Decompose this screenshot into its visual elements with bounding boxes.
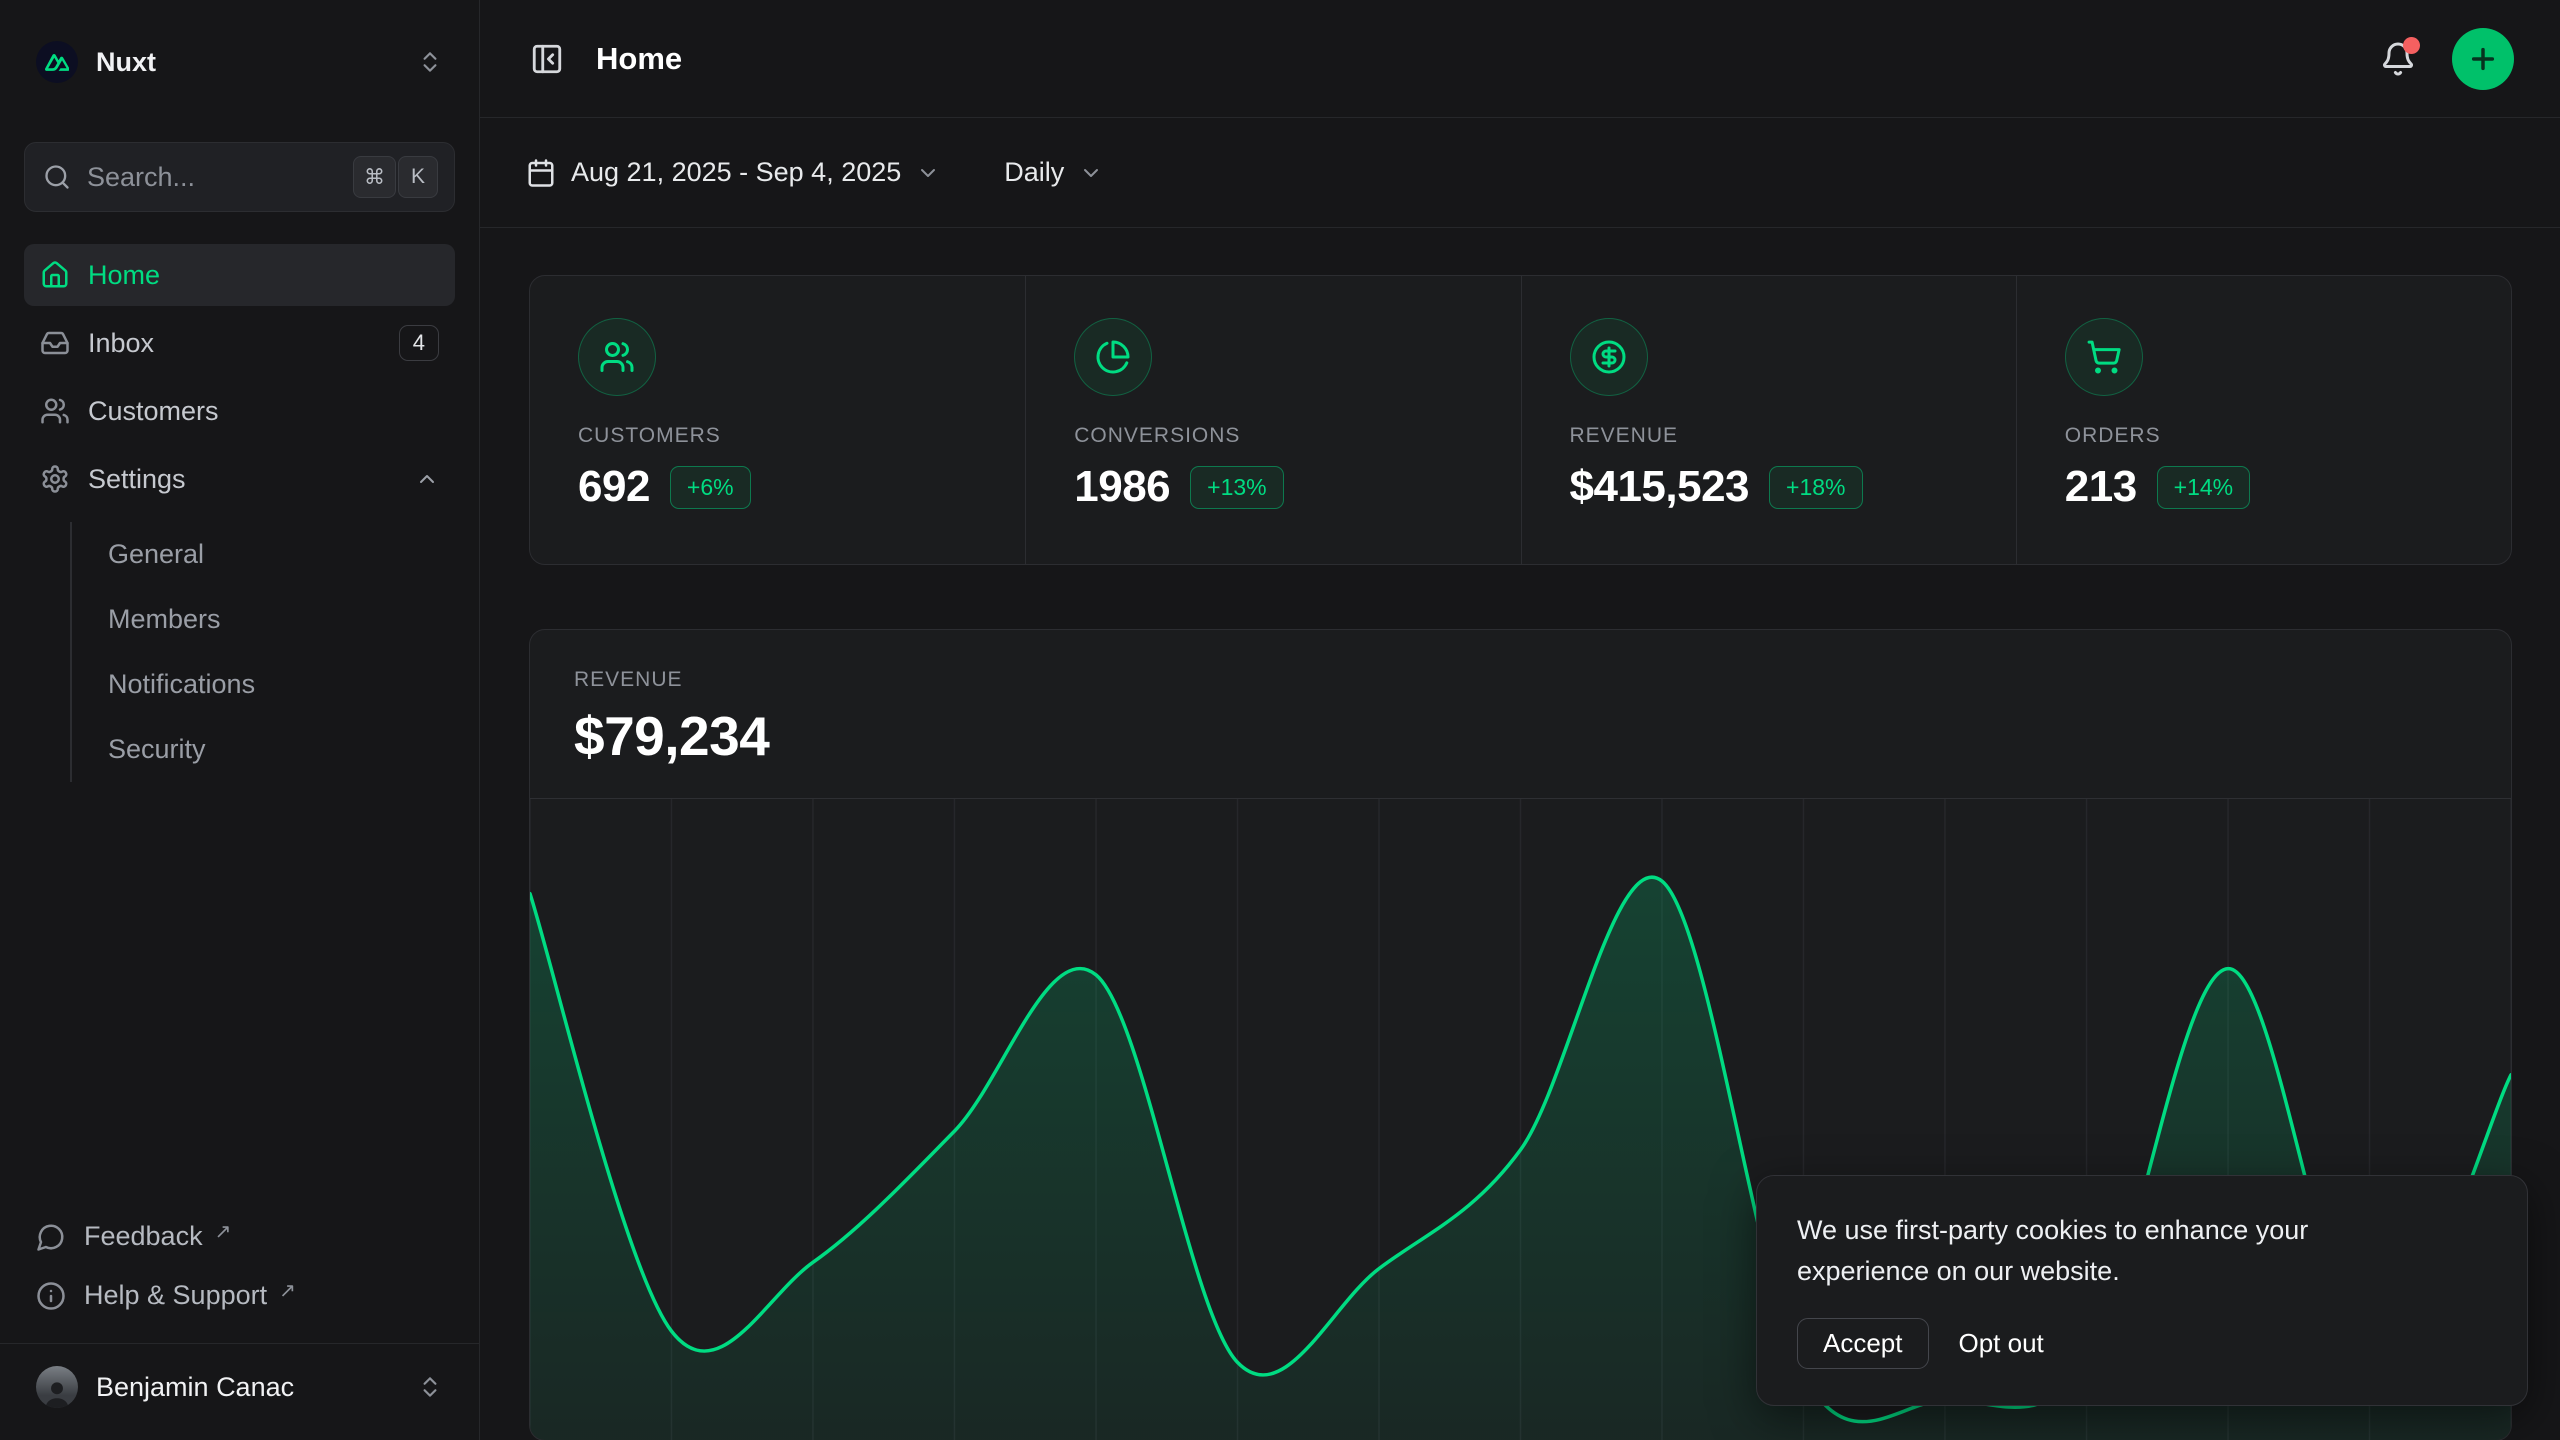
accept-cookies-button[interactable]: Accept	[1797, 1318, 1929, 1369]
chevron-up-icon	[415, 467, 439, 491]
revenue-value: $79,234	[574, 704, 2467, 768]
page-header: Home	[480, 0, 2560, 118]
filters-toolbar: Aug 21, 2025 - Sep 4, 2025 Daily	[480, 118, 2560, 228]
stat-customers[interactable]: CUSTOMERS 692 +6%	[530, 276, 1025, 564]
stat-value: $415,523	[1570, 462, 1750, 512]
stat-delta-badge: +13%	[1190, 466, 1283, 509]
search-shortcut: ⌘ K	[353, 156, 438, 198]
stat-value: 692	[578, 462, 650, 512]
home-icon	[40, 260, 70, 290]
nuxt-logo-icon	[36, 41, 78, 83]
stat-delta-badge: +14%	[2157, 466, 2250, 509]
settings-submenu: General Members Notifications Security	[70, 522, 455, 782]
user-name: Benjamin Canac	[96, 1372, 294, 1403]
user-menu[interactable]: Benjamin Canac	[24, 1354, 455, 1420]
collapse-sidebar-button[interactable]	[524, 36, 570, 82]
granularity-select[interactable]: Daily	[1004, 157, 1103, 188]
optout-cookies-button[interactable]: Opt out	[1953, 1319, 2050, 1368]
chevrons-up-down-icon	[417, 49, 443, 75]
chevron-down-icon	[916, 161, 940, 185]
calendar-icon	[526, 158, 556, 188]
page-title: Home	[596, 41, 682, 77]
dollar-circle-icon	[1570, 318, 1648, 396]
kbd-meta: ⌘	[353, 156, 396, 198]
sidebar-item-label: Settings	[88, 464, 186, 495]
workspace-switcher[interactable]: Nuxt	[24, 24, 455, 100]
revenue-header: REVENUE $79,234	[530, 630, 2511, 798]
sidebar-divider	[0, 1343, 479, 1344]
stat-label: ORDERS	[2065, 424, 2463, 448]
feedback-label: Feedback	[84, 1221, 203, 1252]
search-input[interactable]: Search... ⌘ K	[24, 142, 455, 212]
notification-dot	[2403, 37, 2420, 54]
feedback-link[interactable]: Feedback ↗	[24, 1211, 455, 1262]
sidebar-item-label: Customers	[88, 396, 219, 427]
sidebar-nav: Home Inbox 4 Customers Settings Ge	[24, 244, 455, 782]
stat-value: 213	[2065, 462, 2137, 512]
stat-conversions[interactable]: CONVERSIONS 1986 +13%	[1025, 276, 1520, 564]
granularity-value: Daily	[1004, 157, 1064, 188]
chevrons-up-down-icon	[417, 1374, 443, 1400]
panel-left-close-icon	[530, 42, 564, 76]
stat-label: CONVERSIONS	[1074, 424, 1472, 448]
cookie-actions: Accept Opt out	[1797, 1318, 2487, 1369]
cookie-message: We use first-party cookies to enhance yo…	[1797, 1210, 2407, 1292]
sidebar-spacer	[24, 782, 455, 1211]
sidebar-item-label: Home	[88, 260, 160, 291]
help-support-link[interactable]: Help & Support ↗	[24, 1270, 455, 1321]
cart-icon	[2065, 318, 2143, 396]
sidebar-item-members[interactable]: Members	[72, 587, 455, 652]
revenue-label: REVENUE	[574, 668, 2467, 692]
inbox-icon	[40, 328, 70, 358]
external-link-icon: ↗	[279, 1278, 296, 1303]
external-link-icon: ↗	[215, 1219, 232, 1244]
chevron-down-icon	[1079, 161, 1103, 185]
date-range-picker[interactable]: Aug 21, 2025 - Sep 4, 2025	[526, 157, 940, 188]
header-actions	[2374, 28, 2514, 90]
stat-label: REVENUE	[1570, 424, 1968, 448]
pie-chart-icon	[1074, 318, 1152, 396]
date-range-value: Aug 21, 2025 - Sep 4, 2025	[571, 157, 901, 188]
stat-orders[interactable]: ORDERS 213 +14%	[2016, 276, 2511, 564]
search-icon	[43, 163, 71, 191]
add-button[interactable]	[2452, 28, 2514, 90]
cookie-banner: We use first-party cookies to enhance yo…	[1756, 1175, 2528, 1406]
users-icon	[40, 396, 70, 426]
sidebar-footer-links: Feedback ↗ Help & Support ↗	[24, 1211, 455, 1321]
stat-delta-badge: +6%	[670, 466, 751, 509]
users-icon	[578, 318, 656, 396]
sidebar-item-settings[interactable]: Settings	[24, 448, 455, 510]
sidebar-item-security[interactable]: Security	[72, 717, 455, 782]
sidebar: Nuxt Search... ⌘ K Home Inbox 4	[0, 0, 480, 1440]
search-placeholder: Search...	[87, 162, 337, 193]
avatar	[36, 1366, 78, 1408]
sidebar-item-home[interactable]: Home	[24, 244, 455, 306]
sidebar-item-customers[interactable]: Customers	[24, 380, 455, 442]
kbd-k: K	[398, 156, 438, 198]
inbox-count-badge: 4	[399, 325, 439, 362]
stats-row: CUSTOMERS 692 +6% CONVERSIONS 1986 +13%	[529, 275, 2512, 565]
plus-icon	[2467, 43, 2499, 75]
notifications-button[interactable]	[2374, 35, 2422, 83]
stat-value: 1986	[1074, 462, 1170, 512]
sidebar-item-inbox[interactable]: Inbox 4	[24, 312, 455, 374]
message-bubble-icon	[36, 1222, 66, 1252]
sidebar-item-label: Inbox	[88, 328, 154, 359]
sidebar-item-general[interactable]: General	[72, 522, 455, 587]
stat-delta-badge: +18%	[1769, 466, 1862, 509]
sidebar-item-notifications[interactable]: Notifications	[72, 652, 455, 717]
help-support-label: Help & Support	[84, 1280, 267, 1311]
gear-icon	[40, 464, 70, 494]
stat-label: CUSTOMERS	[578, 424, 977, 448]
stat-revenue[interactable]: REVENUE $415,523 +18%	[1521, 276, 2016, 564]
workspace-name: Nuxt	[96, 47, 156, 78]
info-circle-icon	[36, 1281, 66, 1311]
